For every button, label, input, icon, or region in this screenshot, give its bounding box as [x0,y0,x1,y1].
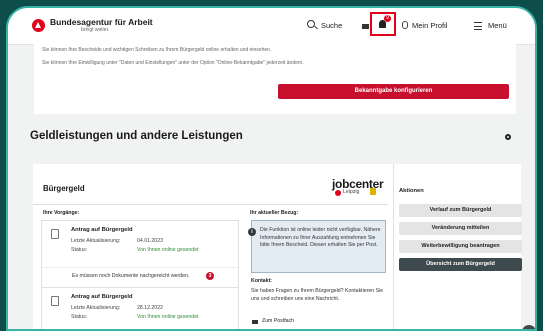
aktionen-label: Aktionen [399,188,424,194]
kontakt-label: Kontakt: [251,278,273,284]
notification-badge: 9 [384,15,391,22]
missing-docs-badge: 3 [206,272,214,280]
status-value: Von Ihnen online gesendet [137,247,199,253]
brand-tagline: bringt weiter. [81,27,110,33]
city-crest-icon [370,188,376,195]
weiterbewilligung-button[interactable]: Weiterbewilligung beantragen [399,240,522,253]
mail-icon[interactable] [362,24,369,29]
user-icon[interactable] [402,21,408,29]
postfach-link[interactable]: Zum Postfach [262,318,294,324]
search-icon[interactable] [307,20,315,28]
buergergeld-title: Bürgergeld [43,184,85,193]
vorgang-card[interactable]: Antrag auf Bürgergeld Letzte Aktualisier… [41,287,239,329]
info-icon: i [248,228,256,236]
info-text: Die Funktion ist online leider nicht ver… [260,227,381,248]
mail-icon [252,320,258,324]
document-icon [51,296,59,306]
gear-icon[interactable] [505,134,511,140]
updated-date: 04.01.2023 [137,238,163,244]
vorgang-title[interactable]: Antrag auf Bürgergeld [71,227,133,233]
scroll-top-button[interactable] [522,325,535,329]
document-icon [51,229,59,239]
updated-date: 28.12.2022 [137,305,163,311]
top-navigation: Bundesagentur für Arbeit bringt weiter. … [8,8,535,45]
browser-frame: Bundesagentur für Arbeit bringt weiter. … [6,6,537,331]
bezug-label: Ihr aktueller Bezug: [250,210,299,216]
verlauf-button[interactable]: Verlauf zum Bürgergeld [399,204,522,217]
divider [42,267,238,268]
status-value: Von Ihnen online gesendet [137,314,199,320]
menu-icon[interactable] [474,22,482,30]
jobcenter-city: Leipzig [343,189,360,195]
divider [33,204,388,205]
status-label: Status: [71,314,88,320]
info-box: i Die Funktion ist online leider nicht v… [248,220,386,273]
online-notice-card: Sie können Ihre Bescheide und wichtigen … [34,44,516,114]
jobcenter-mark-icon [335,190,341,196]
column-divider [393,164,394,329]
configure-notice-button[interactable]: Bekanntgabe konfigurieren [278,84,509,99]
vorgaenge-label: Ihre Vorgänge: [43,210,80,216]
updated-label: Letzte Aktualisierung: [71,238,121,244]
menu-link[interactable]: Menü [488,21,507,30]
ba-logo-icon[interactable] [32,19,45,32]
vorgang-title[interactable]: Antrag auf Bürgergeld [71,294,133,300]
profile-link[interactable]: Mein Profil [412,21,447,30]
notice-text-1: Sie können Ihre Bescheide und wichtigen … [42,47,272,53]
search-link[interactable]: Suche [321,21,342,30]
brand-name[interactable]: Bundesagentur für Arbeit [50,17,153,27]
notice-text-2: Sie können Ihre Einwilligung unter "Date… [42,60,304,66]
kontakt-text: Sie haben Fragen zu Ihrem Bürgergeld? Ko… [251,288,384,302]
section-title: Geldleistungen und andere Leistungen [30,130,243,142]
missing-docs-text[interactable]: Es müssen noch Dokumente nachgereicht we… [72,273,189,279]
veraenderung-button[interactable]: Veränderung mitteilen [399,222,522,235]
uebersicht-button[interactable]: Übersicht zum Bürgergeld [399,258,522,271]
notifications-button[interactable]: 9 [370,12,396,36]
status-label: Status: [71,247,88,253]
updated-label: Letzte Aktualisierung: [71,305,121,311]
vorgang-card[interactable]: Antrag auf Bürgergeld Letzte Aktualisier… [41,220,239,290]
